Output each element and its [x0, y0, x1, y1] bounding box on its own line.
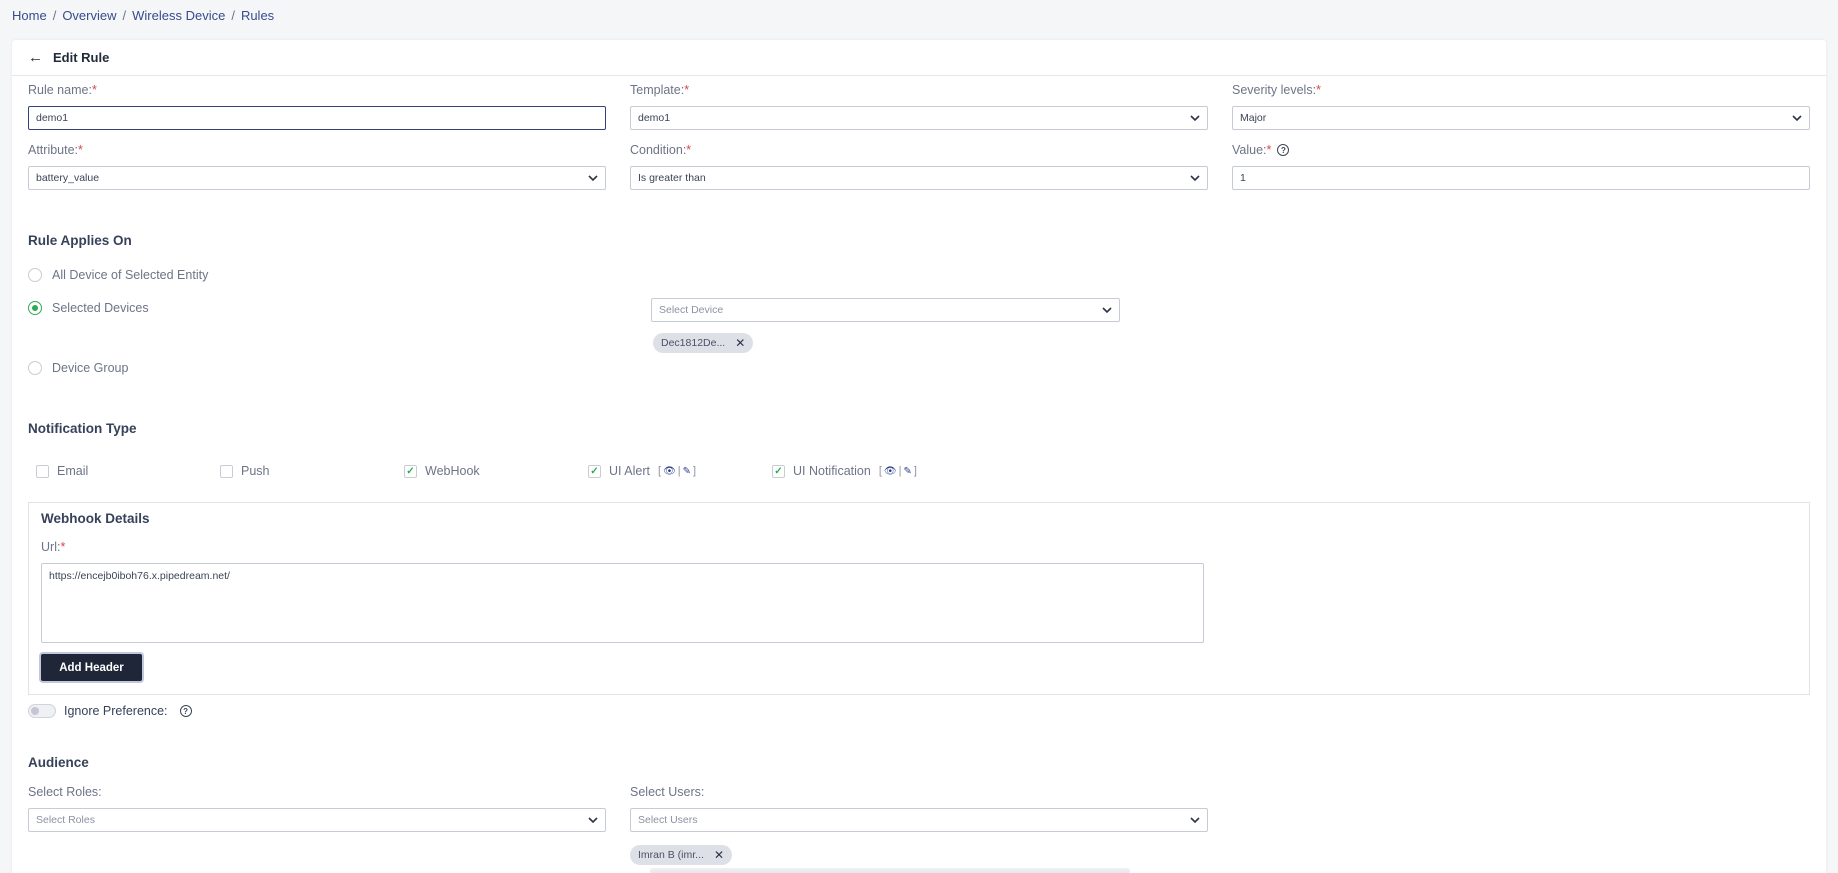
- attribute-select[interactable]: battery_value: [28, 166, 606, 190]
- breadcrumb: Home / Overview / Wireless Device / Rules: [12, 8, 274, 23]
- checkbox-label: UI Notification: [793, 464, 871, 478]
- breadcrumb-wireless-device[interactable]: Wireless Device: [132, 8, 225, 23]
- checkbox-ui-notification[interactable]: ✓ UI Notification [👁 | ✎]: [772, 464, 917, 478]
- bottom-overlay-edge: [650, 868, 1130, 873]
- help-icon[interactable]: ?: [1277, 144, 1290, 156]
- checkbox-push[interactable]: Push: [220, 464, 270, 478]
- user-chip: Imran B (imr... ✕: [630, 845, 732, 865]
- condition-select[interactable]: Is greater than: [630, 166, 1208, 190]
- radio-label: All Device of Selected Entity: [52, 268, 209, 282]
- ignore-preference-label: Ignore Preference:: [64, 704, 168, 718]
- select-roles-label: Select Roles:: [28, 785, 102, 799]
- ignore-preference-row: Ignore Preference: ?: [28, 704, 192, 718]
- rule-applies-on-title: Rule Applies On: [28, 233, 132, 248]
- severity-select[interactable]: Major: [1232, 106, 1810, 130]
- checkbox[interactable]: [220, 464, 233, 478]
- checkbox-label: WebHook: [425, 464, 480, 478]
- radio-all-devices[interactable]: All Device of Selected Entity: [28, 268, 208, 282]
- breadcrumb-home[interactable]: Home: [12, 8, 47, 23]
- close-icon[interactable]: ✕: [735, 336, 745, 350]
- checkbox-label: UI Alert: [609, 464, 650, 478]
- chevron-down-icon: [588, 817, 598, 824]
- view-edit-controls: [👁 | ✎]: [878, 465, 917, 477]
- back-arrow-icon[interactable]: ←: [28, 49, 43, 66]
- radio-label: Device Group: [52, 361, 129, 375]
- chevron-down-icon: [1190, 175, 1200, 182]
- eye-icon[interactable]: 👁: [663, 466, 676, 477]
- radio-button[interactable]: [28, 268, 42, 282]
- checkbox-label: Push: [241, 464, 270, 478]
- condition-label: Condition:*: [630, 143, 692, 157]
- checkmark-icon[interactable]: ✓: [772, 464, 785, 478]
- webhook-details-title: Webhook Details: [41, 511, 150, 526]
- radio-device-group[interactable]: Device Group: [28, 361, 128, 375]
- add-header-button[interactable]: Add Header: [41, 654, 142, 681]
- webhook-details-panel: Webhook Details Url:* https://encejb0ibo…: [28, 502, 1810, 695]
- breadcrumb-separator: /: [231, 8, 235, 23]
- view-edit-controls: [👁 | ✎]: [658, 465, 697, 477]
- template-label: Template:*: [630, 83, 690, 97]
- checkmark-icon[interactable]: ✓: [588, 464, 601, 478]
- chevron-down-icon: [588, 175, 598, 182]
- breadcrumb-separator: /: [52, 8, 57, 23]
- select-users-label: Select Users:: [630, 785, 705, 799]
- device-chip: Dec1812De... ✕: [653, 333, 754, 353]
- template-select[interactable]: demo1: [630, 106, 1208, 130]
- notification-type-title: Notification Type: [28, 421, 137, 436]
- chevron-down-icon: [1102, 307, 1112, 314]
- url-label: Url:*: [41, 540, 66, 554]
- eye-icon[interactable]: 👁: [884, 466, 897, 477]
- breadcrumb-separator: /: [122, 8, 127, 23]
- chevron-down-icon: [1190, 817, 1200, 824]
- checkbox-ui-alert[interactable]: ✓ UI Alert [👁 | ✎]: [588, 464, 696, 478]
- radio-button[interactable]: [28, 301, 42, 315]
- breadcrumb-overview[interactable]: Overview: [62, 8, 116, 23]
- attribute-label: Attribute:*: [28, 143, 83, 157]
- value-input[interactable]: 1: [1232, 166, 1810, 190]
- card-header: ← Edit Rule: [12, 40, 1826, 76]
- close-icon[interactable]: ✕: [714, 848, 724, 862]
- help-icon[interactable]: ?: [179, 705, 192, 717]
- audience-title: Audience: [28, 755, 89, 770]
- checkbox-webhook[interactable]: ✓ WebHook: [404, 464, 480, 478]
- select-roles-dropdown[interactable]: Select Roles: [28, 808, 606, 832]
- chevron-down-icon: [1792, 115, 1802, 122]
- breadcrumb-rules[interactable]: Rules: [241, 8, 274, 23]
- select-users-dropdown[interactable]: Select Users: [630, 808, 1208, 832]
- checkmark-icon[interactable]: ✓: [404, 464, 417, 478]
- edit-rule-card: ← Edit Rule Rule name:* demo1 Template:*…: [12, 40, 1826, 873]
- pencil-icon[interactable]: ✎: [903, 466, 911, 477]
- select-device-dropdown[interactable]: Select Device: [651, 298, 1120, 322]
- checkbox-label: Email: [57, 464, 89, 478]
- page-title: Edit Rule: [53, 50, 110, 65]
- severity-label: Severity levels:*: [1232, 83, 1321, 97]
- radio-selected-devices[interactable]: Selected Devices: [28, 301, 149, 315]
- radio-label: Selected Devices: [52, 301, 149, 315]
- rule-name-label: Rule name:*: [28, 83, 97, 97]
- value-label: Value:*?: [1232, 143, 1290, 157]
- pencil-icon[interactable]: ✎: [683, 466, 691, 477]
- checkbox-email[interactable]: Email: [36, 464, 88, 478]
- url-textarea[interactable]: https://encejb0iboh76.x.pipedream.net/: [41, 563, 1204, 643]
- rule-name-input[interactable]: demo1: [28, 106, 606, 130]
- checkbox[interactable]: [36, 464, 49, 478]
- ignore-preference-toggle[interactable]: [28, 704, 56, 718]
- radio-button[interactable]: [28, 361, 42, 375]
- chevron-down-icon: [1190, 115, 1200, 122]
